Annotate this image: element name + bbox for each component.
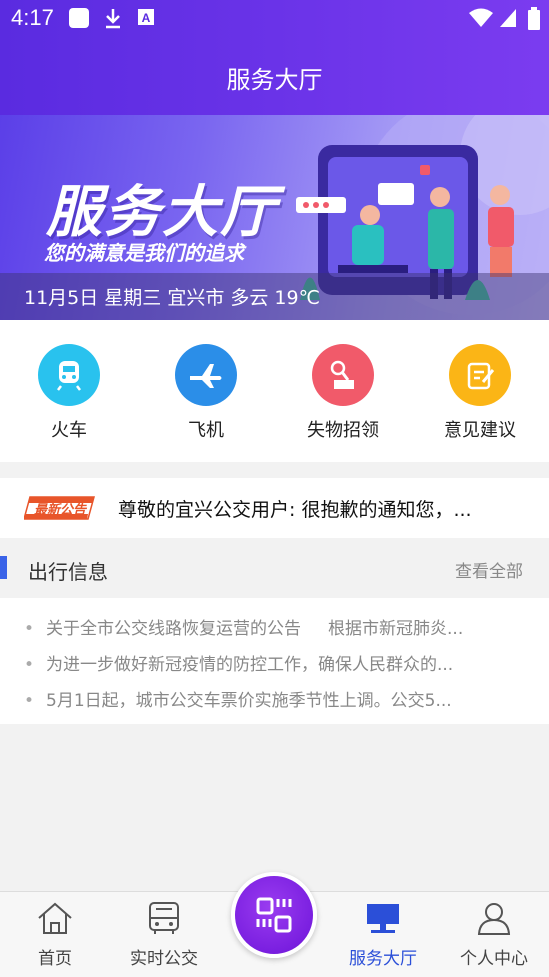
status-time: 4:17 xyxy=(11,5,54,30)
quick-item-lost-found[interactable]: 失物招领 xyxy=(293,344,393,442)
status-bar: 4:17 A xyxy=(0,0,549,36)
quick-label: 意见建议 xyxy=(444,420,516,441)
quick-item-train[interactable]: 火车 xyxy=(19,344,119,442)
scan-code-button[interactable] xyxy=(231,872,317,958)
list-item[interactable]: • 5月1日起，城市公交车票价实施季节性上调。公交5... xyxy=(24,686,524,714)
home-icon xyxy=(38,902,72,934)
svg-text:A: A xyxy=(142,11,151,25)
bullet-icon: • xyxy=(24,691,35,711)
list-item-text: 5月1日起，城市公交车票价实施季节性上调。公交5... xyxy=(46,691,452,711)
nav-item-bus[interactable]: 实时公交 xyxy=(114,900,214,969)
quick-label: 火车 xyxy=(51,420,87,441)
page-title: 服务大厅 xyxy=(226,66,323,94)
quick-item-airplane[interactable]: 飞机 xyxy=(156,344,256,442)
notice-bar[interactable]: 最新公告 尊敬的宜兴公交用户: 很抱歉的通知您，... xyxy=(0,478,549,538)
section-accent-bar xyxy=(0,556,7,579)
notice-text: 尊敬的宜兴公交用户: 很抱歉的通知您，... xyxy=(118,499,472,521)
weather-info: 11月5日 星期三 宜兴市 多云 19℃ xyxy=(0,273,549,320)
battery-icon xyxy=(527,7,541,36)
feedback-icon xyxy=(449,344,511,406)
list-item[interactable]: • 关于全市公交线路恢复运营的公告 根据市新冠肺炎... xyxy=(24,614,524,642)
quick-label: 飞机 xyxy=(188,420,224,441)
bullet-icon: • xyxy=(24,619,35,639)
app-header: 4:17 A 服务大厅 xyxy=(0,0,549,115)
nav-item-profile[interactable]: 个人中心 xyxy=(444,900,544,969)
travel-info-list: • 关于全市公交线路恢复运营的公告 根据市新冠肺炎... • 为进一步做好新冠疫情的… xyxy=(0,598,549,724)
font-a-icon: A xyxy=(137,7,155,32)
signal-icon xyxy=(498,7,518,34)
nav-item-home[interactable]: 首页 xyxy=(5,900,105,969)
list-item-text: 为进一步做好新冠疫情的防控工作，确保人民群众的... xyxy=(46,655,454,675)
bus-icon xyxy=(149,902,179,934)
banner-title: 服务大厅 xyxy=(46,180,278,245)
bullet-icon: • xyxy=(24,655,35,675)
nav-label: 实时公交 xyxy=(130,949,198,969)
nav-label: 首页 xyxy=(38,949,72,969)
notice-tag-label: 最新公告 xyxy=(33,503,86,518)
user-icon xyxy=(477,903,511,935)
list-item[interactable]: • 为进一步做好新冠疫情的防控工作，确保人民群众的... xyxy=(24,650,524,678)
download-icon xyxy=(103,7,123,34)
list-item-text: 关于全市公交线路恢复运营的公告 根据市新冠肺炎... xyxy=(46,619,464,639)
service-hall-icon xyxy=(367,904,399,933)
nav-label: 服务大厅 xyxy=(349,949,417,969)
nav-item-service-hall[interactable]: 服务大厅 xyxy=(333,900,433,969)
train-icon xyxy=(38,344,100,406)
nav-label: 个人中心 xyxy=(460,949,528,969)
quick-menu: 火车 飞机 失物招领 意见建议 xyxy=(0,320,549,462)
quick-label: 失物招领 xyxy=(307,420,379,441)
notice-tag: 最新公告 xyxy=(23,494,96,522)
quick-item-feedback[interactable]: 意见建议 xyxy=(430,344,530,442)
scan-code-icon xyxy=(256,897,292,933)
banner[interactable]: 服务大厅 您的满意是我们的追求 11月5日 星期三 宜兴市 多云 19℃ xyxy=(0,115,549,320)
notification-square-icon xyxy=(68,7,90,34)
lost-found-icon xyxy=(312,344,374,406)
banner-subtitle: 您的满意是我们的追求 xyxy=(44,241,244,265)
travel-info-header: 出行信息 查看全部 xyxy=(0,538,549,598)
wifi-icon xyxy=(468,7,494,34)
section-title: 出行信息 xyxy=(28,560,108,584)
view-all-link[interactable]: 查看全部 xyxy=(455,557,523,582)
airplane-icon xyxy=(175,344,237,406)
